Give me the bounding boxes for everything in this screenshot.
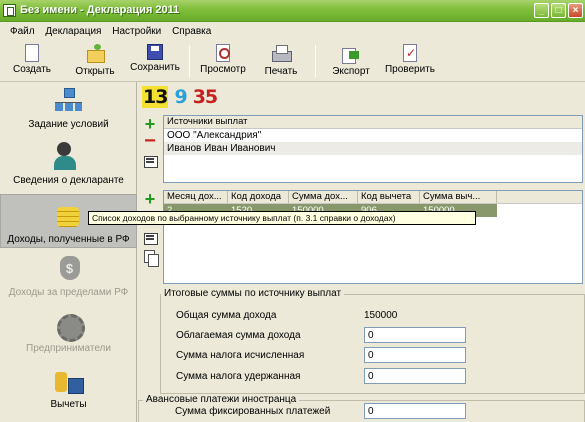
sidebar-item-label: Доходы, полученные в РФ (7, 234, 130, 245)
sidebar-item-label: Доходы за пределами РФ (8, 287, 129, 298)
sidebar: Задание условий Сведения о декларанте До… (0, 82, 137, 422)
title-bar: Без имени - Декларация 2011 _ □ × (0, 0, 585, 22)
income-table-header: Месяц дох... Код дохода Сумма дох... Код… (164, 191, 582, 204)
tree-icon (51, 86, 87, 116)
save-label: Сохранить (130, 62, 180, 73)
edit-income-button[interactable] (142, 230, 158, 246)
menu-help[interactable]: Справка (168, 22, 215, 37)
sources-header: Источники выплат (164, 116, 582, 129)
totals-group: Итоговые суммы по источнику выплат Общая… (160, 288, 585, 394)
export-label: Экспорт (332, 66, 370, 77)
preview-button[interactable]: Просмотр (198, 44, 248, 80)
tax-calculated-input[interactable] (364, 347, 466, 363)
taxable-label: Облагаемая сумма дохода (176, 330, 301, 341)
sidebar-item-label: Вычеты (50, 399, 87, 410)
check-document-icon (403, 44, 417, 62)
edit-source-button[interactable] (142, 153, 158, 169)
toolbar-separator (315, 45, 316, 77)
sidebar-item-label: Сведения о декларанте (13, 175, 124, 186)
sidebar-item-conditions[interactable]: Задание условий (0, 86, 137, 136)
print-button[interactable]: Печать (260, 44, 302, 80)
tax-rate-codes: 13 9 35 (142, 86, 218, 108)
total-income-row: Общая сумма дохода 150000 (161, 307, 585, 324)
fixed-payments-label: Сумма фиксированных платежей (175, 406, 331, 417)
rate-13-tab[interactable]: 13 (142, 86, 168, 108)
column-header[interactable]: Сумма выч... (420, 191, 497, 203)
save-button[interactable]: Сохранить (128, 44, 182, 80)
tax-withheld-input[interactable] (364, 368, 466, 384)
menu-declaration[interactable]: Декларация (41, 22, 105, 37)
window-title: Без имени - Декларация 2011 (20, 4, 180, 16)
tax-withheld-row: Сумма налога удержанная (161, 368, 585, 385)
check-button[interactable]: Проверить (382, 44, 438, 80)
income-actions: + − (142, 190, 160, 270)
sidebar-item-income-abroad[interactable]: Доходы за пределами РФ (0, 254, 137, 304)
column-header[interactable]: Код вычета (358, 191, 420, 203)
minimize-button[interactable]: _ (534, 3, 549, 18)
export-button[interactable]: Экспорт (328, 44, 374, 80)
sidebar-item-entrepreneurs[interactable]: Предприниматели (0, 310, 137, 360)
menu-file[interactable]: Файл (6, 22, 39, 37)
sidebar-item-declarant[interactable]: Сведения о декларанте (0, 142, 137, 192)
rate-35-tab[interactable]: 35 (193, 86, 218, 108)
printer-icon (271, 44, 292, 64)
main-content: 13 9 35 + − Источники выплат ООО "Александ… (138, 82, 585, 422)
sources-actions: + − (142, 115, 160, 175)
check-label: Проверить (384, 64, 435, 75)
total-income-label: Общая сумма дохода (176, 310, 277, 321)
print-label: Печать (264, 66, 298, 77)
gears-icon (51, 310, 87, 342)
taxable-input[interactable] (364, 327, 466, 343)
close-button[interactable]: × (568, 3, 583, 18)
list-item[interactable]: Иванов Иван Иванович (164, 142, 582, 155)
open-label: Открыть (75, 66, 115, 77)
rate-9-tab[interactable]: 9 (174, 86, 187, 108)
menu-settings[interactable]: Настройки (108, 22, 165, 37)
person-icon (51, 142, 87, 172)
preview-icon (216, 44, 230, 62)
maximize-button[interactable]: □ (551, 3, 566, 18)
fixed-payments-row: Сумма фиксированных платежей (139, 403, 585, 420)
money-bag-icon (51, 254, 87, 284)
app-icon (3, 4, 16, 17)
tax-calculated-row: Сумма налога исчисленная (161, 347, 585, 364)
export-icon (341, 44, 361, 64)
tooltip: Список доходов по выбранному источнику в… (88, 211, 476, 225)
advance-group: Авансовые платежи иностранца Сумма фикси… (138, 394, 585, 422)
preview-label: Просмотр (200, 64, 246, 75)
total-income-value: 150000 (364, 310, 398, 321)
sidebar-item-label: Задание условий (28, 119, 109, 130)
open-folder-icon (85, 44, 105, 64)
income-table: Месяц дох... Код дохода Сумма дох... Код… (163, 190, 583, 284)
totals-title: Итоговые суммы по источнику выплат (161, 288, 345, 299)
create-label: Создать (12, 64, 51, 75)
sidebar-item-label: Предприниматели (26, 343, 111, 354)
taxable-row: Облагаемая сумма дохода (161, 327, 585, 344)
list-item[interactable]: ООО "Александрия" (164, 129, 582, 142)
delete-source-button[interactable]: − (142, 131, 158, 151)
sources-list: Источники выплат ООО "Александрия" Ивано… (163, 115, 583, 183)
column-header[interactable]: Месяц дох... (164, 191, 228, 203)
copy-income-button[interactable] (142, 249, 159, 267)
toolbar-separator (189, 45, 190, 77)
column-header[interactable]: Код дохода (228, 191, 289, 203)
sidebar-item-deductions[interactable]: Вычеты (0, 366, 137, 416)
menu-bar: Файл Декларация Настройки Справка (0, 22, 585, 41)
tax-calculated-label: Сумма налога исчисленная (176, 350, 305, 361)
column-header[interactable]: Сумма дох... (289, 191, 358, 203)
deductions-icon (51, 366, 87, 396)
tax-withheld-label: Сумма налога удержанная (176, 371, 301, 382)
new-document-icon (25, 44, 39, 62)
fixed-payments-input[interactable] (364, 403, 466, 419)
coins-icon (51, 201, 87, 231)
create-button[interactable]: Создать (12, 44, 52, 80)
open-button[interactable]: Открыть (72, 44, 118, 80)
toolbar: Создать Открыть Сохранить Просмотр Печат… (0, 41, 585, 82)
floppy-disk-icon (147, 44, 163, 60)
